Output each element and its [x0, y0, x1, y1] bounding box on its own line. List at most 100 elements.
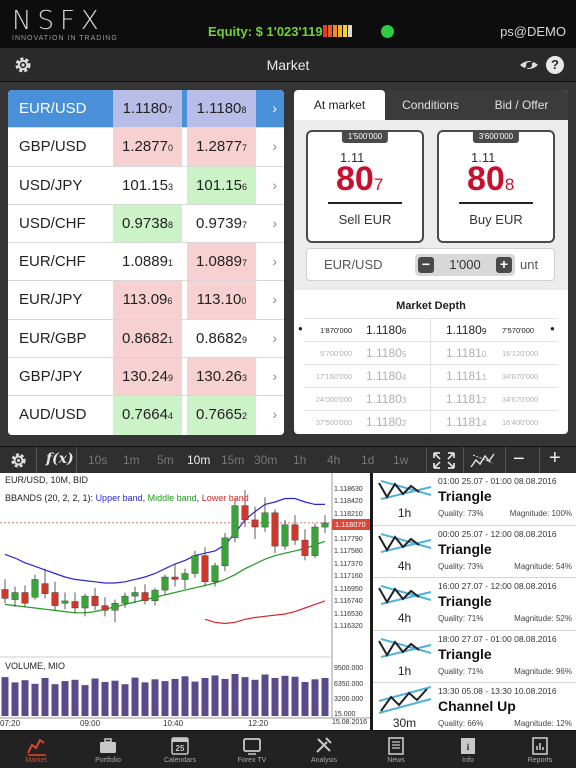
tab-conditions[interactable]: Conditions: [385, 90, 476, 120]
quote-ask[interactable]: 101.156: [187, 166, 256, 204]
timeframe-1h[interactable]: 1h: [293, 453, 306, 467]
hide-eye-icon[interactable]: [519, 57, 539, 73]
chevron-right-icon[interactable]: ›: [272, 330, 277, 346]
indicators-fx-button[interactable]: f(x): [46, 451, 74, 467]
bullet-icon: ●: [550, 324, 555, 333]
quote-ask[interactable]: 0.97397: [187, 205, 256, 242]
timeframe-1m[interactable]: 1m: [123, 453, 140, 467]
timeframe-4h[interactable]: 4h: [327, 453, 340, 467]
quantity-unit[interactable]: unt: [520, 257, 538, 272]
quote-row[interactable]: EUR/JPY 113.096 113.100 ›: [8, 281, 284, 320]
price-chart[interactable]: EUR/USD, 10M, BID BBANDS (20, 2, 2, 1): …: [0, 473, 370, 730]
quote-bid[interactable]: 0.76644: [113, 396, 182, 435]
tab-market[interactable]: Market: [0, 731, 72, 768]
quote-bid[interactable]: 1.08891: [113, 243, 182, 280]
logo-tagline: INNOVATION IN TRADING: [12, 35, 118, 42]
quote-ask[interactable]: 1.28777: [187, 128, 256, 166]
chevron-right-icon[interactable]: ›: [272, 368, 277, 384]
depth-row[interactable]: ● 1'870'000 1.11806 1.11809 7'570'000 ●: [298, 318, 558, 341]
tab-calendars[interactable]: 25 Calendars: [144, 731, 216, 768]
chevron-right-icon[interactable]: ›: [272, 100, 277, 116]
timeframe-1d[interactable]: 1d: [361, 453, 374, 467]
candle-body: [111, 602, 119, 611]
quote-row[interactable]: USD/CHF 0.97388 0.97397 ›: [8, 204, 284, 244]
quote-row[interactable]: GBP/USD 1.28770 1.28777 ›: [8, 128, 284, 167]
quote-ask[interactable]: 1.08897: [187, 243, 256, 281]
chevron-right-icon[interactable]: ›: [272, 291, 277, 307]
tab-label: News: [387, 757, 405, 764]
zoom-in-button[interactable]: +: [549, 447, 561, 470]
depth-row[interactable]: 37'500'000 1.11802 1.11814 16'400'000: [304, 410, 558, 433]
pattern-item[interactable]: 1h 01:00 25.07 - 01:00 08.08.2016 Triangle…: [373, 473, 576, 526]
tab-at-market[interactable]: At market: [294, 90, 385, 120]
timeframe-10s[interactable]: 10s: [88, 453, 107, 467]
quote-row[interactable]: EUR/CHF 1.08891 1.08897 ›: [8, 243, 284, 282]
pattern-recognition-icon[interactable]: [470, 451, 496, 470]
price-chart-canvas[interactable]: [0, 473, 370, 730]
chevron-right-icon[interactable]: ›: [272, 406, 277, 422]
quote-row[interactable]: AUD/USD 0.76644 0.76652 ›: [8, 396, 284, 435]
depth-bid-price: 1.11806: [366, 323, 407, 337]
quote-ask[interactable]: 0.86829: [187, 320, 256, 357]
x-tick-label: 10:40: [163, 719, 184, 728]
pattern-item[interactable]: 4h 00:00 25.07 - 12:00 08.08.2016 Triangle…: [373, 526, 576, 578]
timeframe-5m[interactable]: 5m: [157, 453, 174, 467]
quote-row[interactable]: GBP/JPY 130.249 130.263 ›: [8, 358, 284, 397]
quote-bid[interactable]: 113.096: [113, 281, 182, 319]
timeframe-1w[interactable]: 1w: [393, 453, 408, 467]
tab-portfolio[interactable]: Portfolio: [72, 731, 144, 768]
buy-button[interactable]: 3'600'000 1.11 808 Buy EUR: [437, 130, 555, 243]
quote-ask[interactable]: 113.100: [187, 281, 256, 319]
pattern-item[interactable]: 1h 18:00 27.07 - 01:00 08.08.2016 Triangle…: [373, 631, 576, 683]
depth-row[interactable]: 5'700'000 1.11805 1.11810 16'120'000: [304, 341, 558, 364]
chart-settings-gear-icon[interactable]: [9, 451, 28, 470]
chevron-right-icon[interactable]: ›: [272, 253, 277, 269]
quote-bid[interactable]: 0.97388: [113, 204, 182, 243]
quote-bid[interactable]: 130.249: [113, 358, 182, 396]
quote-bid[interactable]: 1.11807: [113, 90, 182, 128]
quantity-plus-button[interactable]: +: [496, 257, 512, 273]
quote-bid[interactable]: 1.28770: [113, 128, 182, 166]
tab-news[interactable]: News: [360, 731, 432, 768]
help-icon[interactable]: ?: [546, 56, 564, 74]
quote-row[interactable]: EUR/USD 1.11807 1.11808 ›: [8, 90, 284, 129]
quote-bid[interactable]: 101.153: [113, 167, 182, 204]
toolbar-separator: [426, 447, 427, 474]
chevron-right-icon[interactable]: ›: [272, 215, 277, 231]
pattern-item[interactable]: 30m 13:30 05.08 - 13:30 10.08.2016 Channel…: [373, 683, 576, 730]
depth-row[interactable]: 24'000'000 1.11803 1.11812 34'670'000: [304, 387, 558, 410]
candle-body: [101, 605, 109, 611]
tab-info[interactable]: i Info: [432, 731, 504, 768]
chevron-right-icon[interactable]: ›: [272, 177, 277, 193]
fullscreen-icon[interactable]: [432, 451, 456, 470]
y-tick-label: 1.118630: [334, 485, 363, 493]
volume-bar: [101, 682, 109, 716]
quote-ask[interactable]: 0.76652: [187, 396, 256, 435]
tab-forex-tv[interactable]: Forex TV: [216, 731, 288, 768]
user-account[interactable]: ps@DEMO: [500, 24, 566, 39]
quote-ask[interactable]: 130.263: [187, 358, 256, 396]
zoom-out-button[interactable]: −: [513, 448, 525, 471]
quote-row[interactable]: USD/JPY 101.153 101.156 ›: [8, 166, 284, 205]
candle-body: [1, 589, 9, 599]
candle-body: [141, 592, 149, 602]
tab-bid-offer[interactable]: Bid / Offer: [476, 90, 567, 120]
tab-analysis[interactable]: Analysis: [288, 731, 360, 768]
tab-reports[interactable]: Reports: [504, 731, 576, 768]
quote-row[interactable]: EUR/GBP 0.86821 0.86829 ›: [8, 319, 284, 359]
pattern-item[interactable]: 4h 16:00 27.07 - 12:00 08.08.2016 Triangle…: [373, 578, 576, 631]
chevron-right-icon[interactable]: ›: [272, 138, 277, 154]
timeframe-30m[interactable]: 30m: [254, 453, 277, 467]
candle-body: [71, 601, 79, 609]
depth-bid-price: 1.11803: [366, 392, 407, 406]
sell-button[interactable]: 1'500'000 1.11 807 Sell EUR: [306, 130, 424, 243]
volume-bar: [1, 677, 9, 716]
candle-body: [281, 524, 289, 547]
depth-row[interactable]: 17'150'000 1.11804 1.11811 34'670'000: [304, 364, 558, 387]
quote-ask[interactable]: 1.11808: [187, 90, 256, 128]
quote-bid[interactable]: 0.86821: [113, 319, 182, 358]
timeframe-10m[interactable]: 10m: [187, 453, 210, 467]
volume-bar: [241, 677, 249, 716]
timeframe-15m[interactable]: 15m: [221, 453, 244, 467]
quote-symbol: GBP/USD: [19, 138, 87, 156]
